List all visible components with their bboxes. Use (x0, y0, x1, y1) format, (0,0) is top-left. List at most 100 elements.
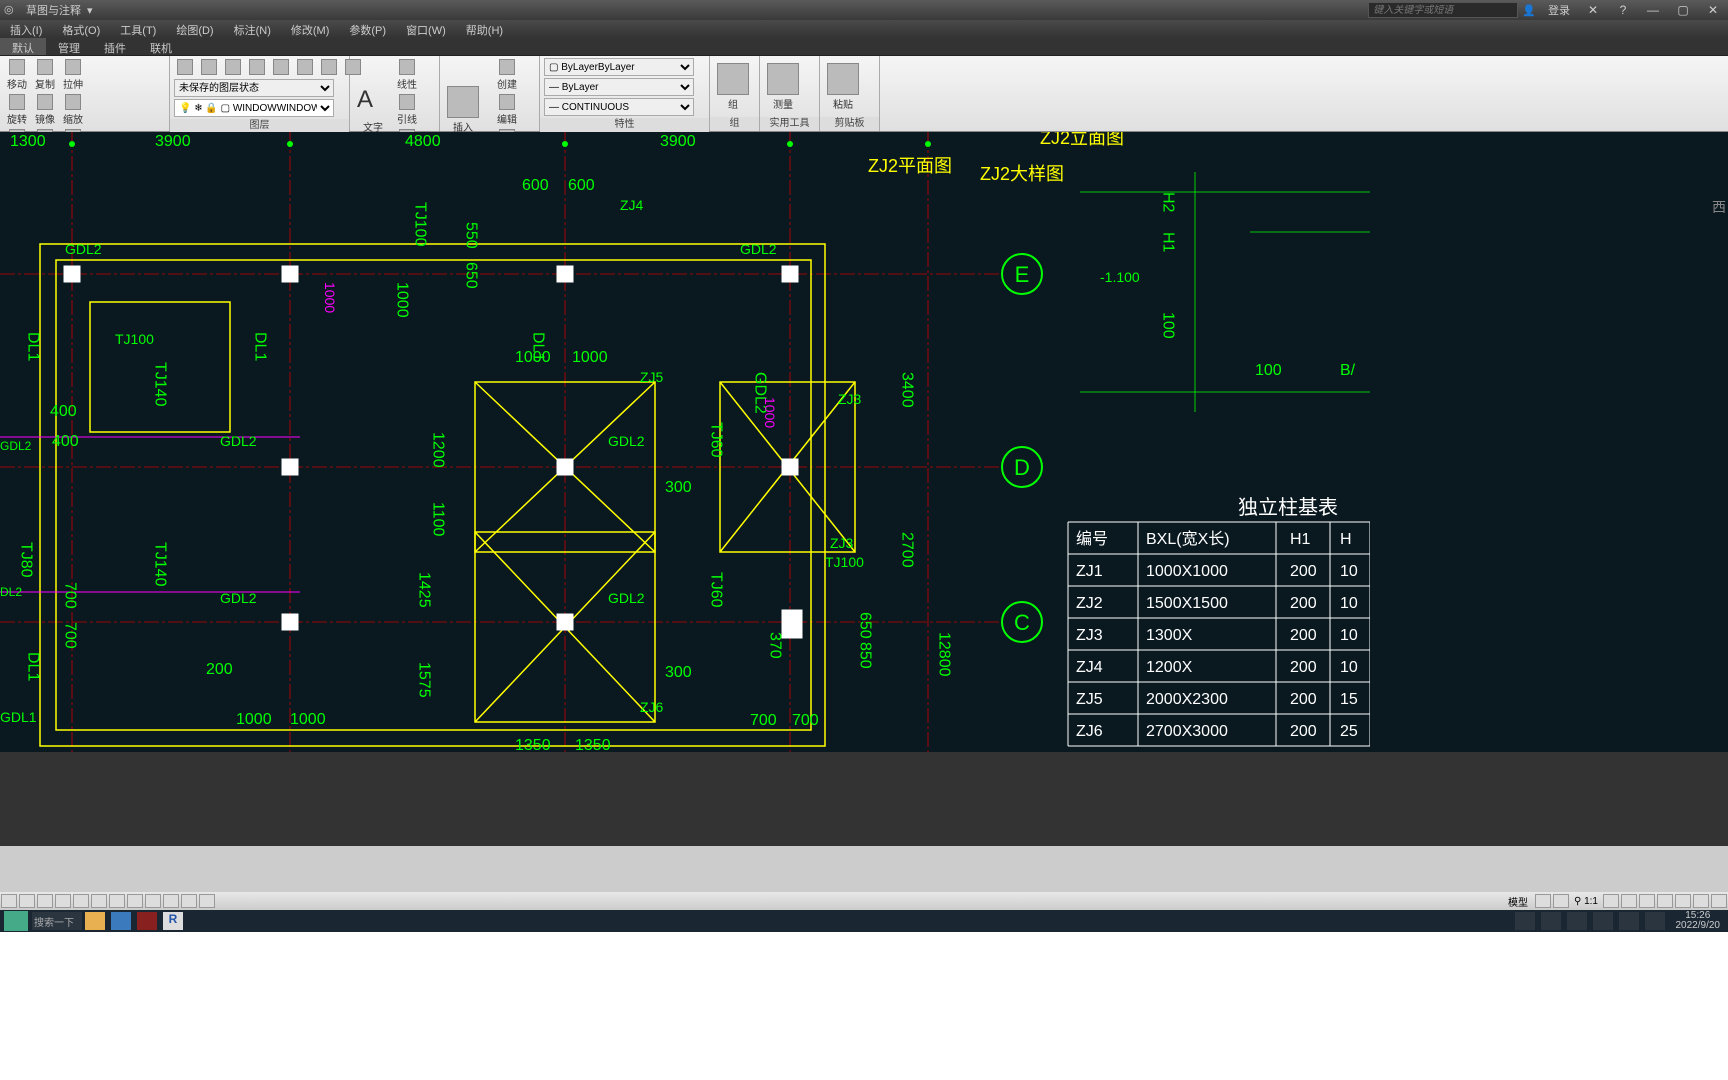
menu-item[interactable]: 修改(M) (281, 20, 340, 38)
block-item[interactable]: 编辑 (484, 93, 530, 127)
title-dropdown-icon[interactable]: ▾ (81, 4, 99, 17)
ribbon-tab[interactable]: 插件 (92, 38, 138, 55)
status-btn[interactable] (1553, 894, 1569, 908)
tray-icon[interactable] (1619, 912, 1639, 930)
layer-state-select[interactable]: 未保存的图层状态 (174, 79, 334, 97)
ribbon-tab[interactable]: 管理 (46, 38, 92, 55)
svg-text:370: 370 (767, 632, 784, 659)
modify-旋转[interactable]: 旋转 (4, 93, 30, 127)
menu-item[interactable]: 窗口(W) (396, 20, 456, 38)
color-select[interactable]: ▢ ByLayerByLayer (544, 58, 694, 76)
svg-text:10: 10 (1340, 627, 1358, 644)
group-button[interactable]: 组 (714, 62, 752, 112)
panel-clip-title: 剪贴板 (820, 117, 879, 131)
login-button[interactable]: 登录 (1540, 2, 1578, 18)
svg-text:650: 650 (463, 262, 480, 289)
status-btn[interactable] (1535, 894, 1551, 908)
layer-btn[interactable] (222, 58, 244, 77)
insert-button[interactable]: 插入 (444, 85, 482, 135)
layer-btn[interactable] (198, 58, 220, 77)
tray-icon[interactable] (1593, 912, 1613, 930)
lineweight-select[interactable]: — ByLayer (544, 78, 694, 96)
status-btn[interactable] (109, 894, 125, 908)
command-area[interactable] (0, 846, 1728, 892)
tray-icon[interactable] (1541, 912, 1561, 930)
window-title: 草图与注释 (22, 2, 81, 18)
status-btn[interactable] (1657, 894, 1673, 908)
measure-button[interactable]: 测量 (764, 62, 802, 112)
ribbon-tab[interactable]: 联机 (138, 38, 184, 55)
modify-拉伸[interactable]: 拉伸 (60, 58, 86, 92)
close-button[interactable]: ✕ (1698, 3, 1728, 17)
modify-移动[interactable]: 移动 (4, 58, 30, 92)
modify-镜像[interactable]: 镜像 (32, 93, 58, 127)
status-btn[interactable] (199, 894, 215, 908)
menu-item[interactable]: 帮助(H) (456, 20, 513, 38)
text-button[interactable]: A文字 (354, 85, 392, 135)
task-revit[interactable]: R (163, 912, 183, 930)
block-item[interactable]: 创建 (484, 58, 530, 92)
drawing-canvas[interactable]: 1300 3900 4800 3900 GDL2 GDL2 GDL2 GDL2 … (0, 132, 1728, 752)
help-search-input[interactable] (1368, 2, 1518, 18)
layer-btn[interactable] (294, 58, 316, 77)
anno-scale[interactable]: ⚲ 1:1 (1570, 896, 1602, 907)
status-btn[interactable] (1639, 894, 1655, 908)
svg-text:3900: 3900 (660, 133, 696, 150)
modify-复制[interactable]: 复制 (32, 58, 58, 92)
annot-item[interactable]: 线性 (394, 58, 420, 92)
status-btn[interactable] (73, 894, 89, 908)
modify-缩放[interactable]: 缩放 (60, 93, 86, 127)
status-btn[interactable] (1711, 894, 1727, 908)
status-btn[interactable] (37, 894, 53, 908)
start-button[interactable] (4, 911, 28, 931)
svg-text:GDL2: GDL2 (608, 433, 645, 449)
status-btn[interactable] (127, 894, 143, 908)
svg-text:100: 100 (1160, 312, 1177, 339)
annot-item[interactable]: 引线 (394, 93, 420, 127)
help-icon[interactable]: ? (1608, 3, 1638, 17)
menu-item[interactable]: 参数(P) (339, 20, 396, 38)
svg-text:700: 700 (62, 622, 79, 649)
status-btn[interactable] (19, 894, 35, 908)
menu-item[interactable]: 格式(O) (52, 20, 110, 38)
menu-item[interactable]: 插入(I) (0, 20, 52, 38)
layer-btn[interactable] (246, 58, 268, 77)
status-btn[interactable] (1603, 894, 1619, 908)
menu-item[interactable]: 绘图(D) (166, 20, 223, 38)
taskbar-search[interactable]: 搜索一下 (32, 912, 82, 930)
linetype-select[interactable]: — CONTINUOUS (544, 98, 694, 116)
menu-item[interactable]: 工具(T) (110, 20, 166, 38)
svg-text:ZJ4: ZJ4 (620, 197, 644, 213)
model-space[interactable]: 模型 (1502, 894, 1534, 909)
tray-icon[interactable] (1645, 912, 1665, 930)
task-explorer[interactable] (85, 912, 105, 930)
paste-button[interactable]: 粘贴 (824, 62, 862, 112)
status-btn[interactable] (145, 894, 161, 908)
exchange-icon[interactable]: ✕ (1578, 3, 1608, 17)
minimize-button[interactable]: — (1638, 3, 1668, 17)
status-btn[interactable] (55, 894, 71, 908)
status-btn[interactable] (1693, 894, 1709, 908)
status-btn[interactable] (163, 894, 179, 908)
task-app[interactable] (111, 912, 131, 930)
status-btn[interactable] (1675, 894, 1691, 908)
tray-icon[interactable] (1567, 912, 1587, 930)
svg-text:TJ100: TJ100 (825, 554, 864, 570)
system-clock[interactable]: 15:262022/9/20 (1668, 911, 1728, 931)
maximize-button[interactable]: ▢ (1668, 3, 1698, 17)
status-btn[interactable] (1621, 894, 1637, 908)
status-btn[interactable] (1, 894, 17, 908)
page-margin (0, 932, 1728, 1080)
layer-btn[interactable] (270, 58, 292, 77)
status-btn[interactable] (181, 894, 197, 908)
svg-text:TJ100: TJ100 (115, 331, 154, 347)
svg-text:550: 550 (463, 222, 480, 249)
ribbon-tab[interactable]: 默认 (0, 38, 46, 55)
current-layer-select[interactable]: 💡 ❄ 🔒 ▢ WINDOWWINDOW (174, 99, 334, 117)
task-app[interactable] (137, 912, 157, 930)
layer-btn[interactable] (318, 58, 340, 77)
layer-btn[interactable] (174, 58, 196, 77)
menu-item[interactable]: 标注(N) (224, 20, 281, 38)
tray-icon[interactable] (1515, 912, 1535, 930)
status-btn[interactable] (91, 894, 107, 908)
